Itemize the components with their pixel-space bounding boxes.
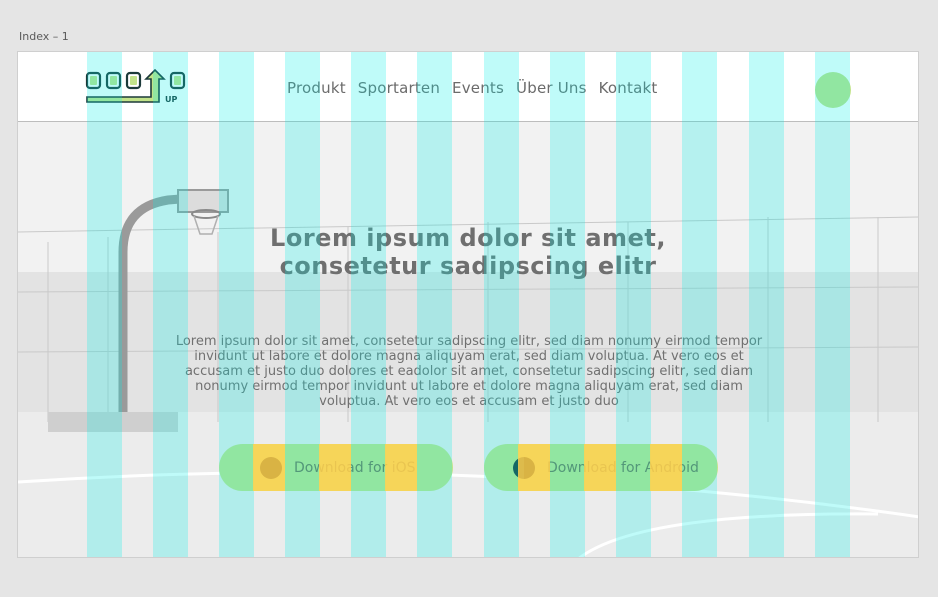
hero-description-line: invidunt ut labore et dolore magna aliqu…: [194, 349, 744, 364]
hero-description-line: voluptua. At vero eos et accusam et just…: [319, 394, 619, 409]
avatar[interactable]: [815, 72, 851, 108]
nav-item-produkt[interactable]: Produkt: [287, 79, 346, 97]
download-android-label: Download for Android: [547, 459, 699, 476]
hero-description-line: Lorem ipsum dolor sit amet, consetetur s…: [175, 334, 763, 349]
svg-text:UP: UP: [165, 95, 177, 104]
android-icon: [513, 456, 535, 479]
hero-description-line: accusam et justo duo dolores et eadolor …: [184, 364, 754, 379]
nav-item-events[interactable]: Events: [452, 79, 504, 97]
hero-section: Lorem ipsum dolor sit amet, consetetur s…: [18, 122, 918, 557]
site-header: UP Produkt Sportarten Events Über Uns Ko…: [18, 52, 918, 122]
main-nav: Produkt Sportarten Events Über Uns Konta…: [287, 79, 657, 97]
download-android-button[interactable]: Download for Android: [484, 444, 718, 491]
nav-item-sportarten[interactable]: Sportarten: [358, 79, 440, 97]
download-ios-button[interactable]: Download for iOS: [219, 444, 453, 491]
hero-title: Lorem ipsum dolor sit amet, consetetur s…: [18, 224, 918, 280]
download-ios-label: Download for iOS: [294, 459, 416, 476]
squad-up-logo[interactable]: UP: [85, 69, 189, 105]
nav-item-kontakt[interactable]: Kontakt: [599, 79, 658, 97]
hero-title-line-2: consetetur sadipscing elitr: [279, 252, 657, 280]
nav-item-ueber-uns[interactable]: Über Uns: [516, 79, 587, 97]
hero-description: Lorem ipsum dolor sit amet, consetetur s…: [161, 334, 777, 409]
hero-description-line: nonumy eirmod tempor invidunt ut labore …: [195, 379, 743, 394]
hero-title-line-1: Lorem ipsum dolor sit amet,: [270, 224, 666, 252]
frame-label: Index – 1: [19, 30, 69, 43]
apple-icon: [260, 456, 282, 479]
page-frame: UP Produkt Sportarten Events Über Uns Ko…: [17, 51, 919, 558]
